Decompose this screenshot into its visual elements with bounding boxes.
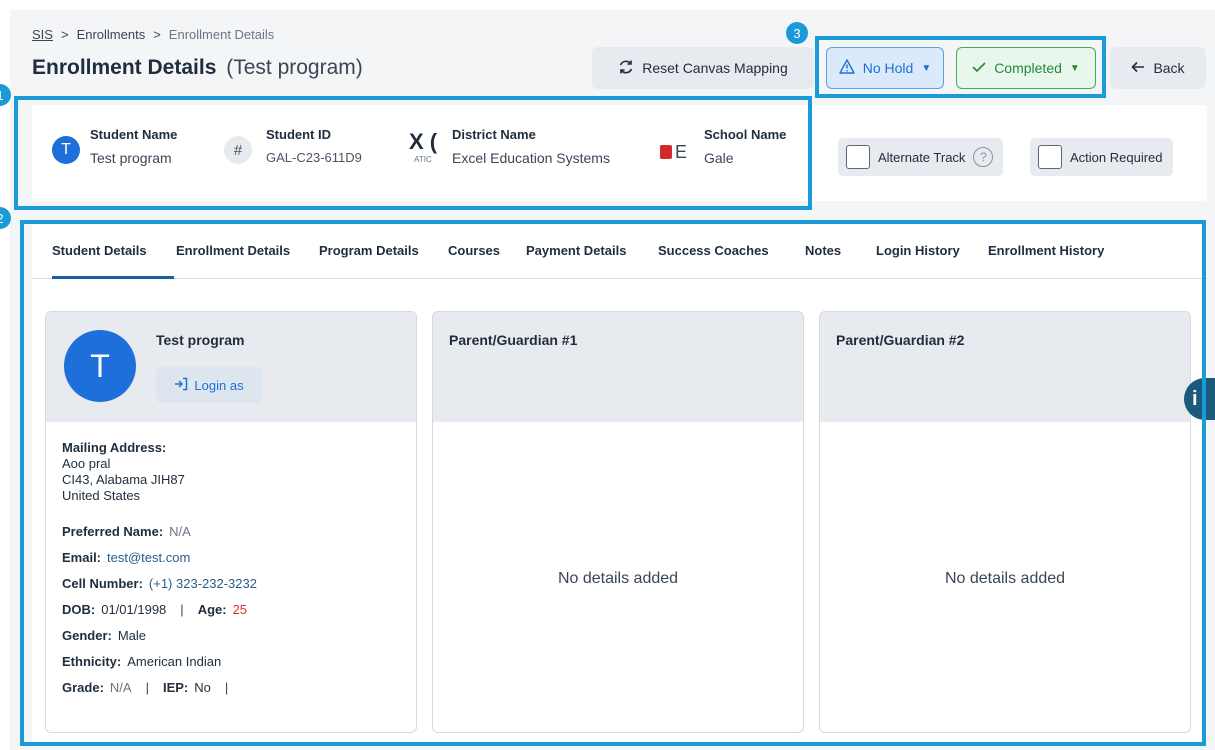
arrow-left-icon — [1131, 60, 1145, 76]
alternate-track-checkbox[interactable] — [846, 145, 870, 169]
action-required-label: Action Required — [1070, 149, 1163, 165]
page-title-text: Enrollment Details — [32, 56, 217, 79]
reset-canvas-mapping-button[interactable]: Reset Canvas Mapping — [592, 47, 814, 89]
annotation-box-2 — [20, 220, 1206, 746]
breadcrumb-enrollments-link[interactable]: Enrollments — [77, 27, 146, 42]
action-required-checkbox[interactable] — [1038, 145, 1062, 169]
help-icon[interactable]: ? — [973, 147, 994, 167]
back-label: Back — [1153, 60, 1185, 76]
page-title: Enrollment Details (Test program) — [32, 56, 363, 80]
breadcrumb-separator: > — [153, 27, 161, 42]
annotation-box-3 — [815, 36, 1106, 98]
annotation-box-1 — [14, 96, 812, 210]
annotation-marker-3: 3 — [786, 22, 808, 44]
back-button[interactable]: Back — [1110, 47, 1206, 89]
reset-canvas-mapping-label: Reset Canvas Mapping — [642, 60, 788, 76]
alternate-track-toggle[interactable]: Alternate Track ? — [838, 138, 1004, 176]
refresh-icon — [618, 59, 634, 78]
action-required-toggle[interactable]: Action Required — [1030, 138, 1173, 176]
breadcrumb-separator: > — [60, 27, 69, 42]
breadcrumb: SIS > Enrollments > Enrollment Details — [32, 27, 274, 42]
breadcrumb-current: Enrollment Details — [168, 27, 275, 42]
page-subtitle: (Test program) — [226, 56, 363, 79]
breadcrumb-sis-link[interactable]: SIS — [32, 27, 53, 42]
alternate-track-label: Alternate Track — [878, 149, 966, 165]
